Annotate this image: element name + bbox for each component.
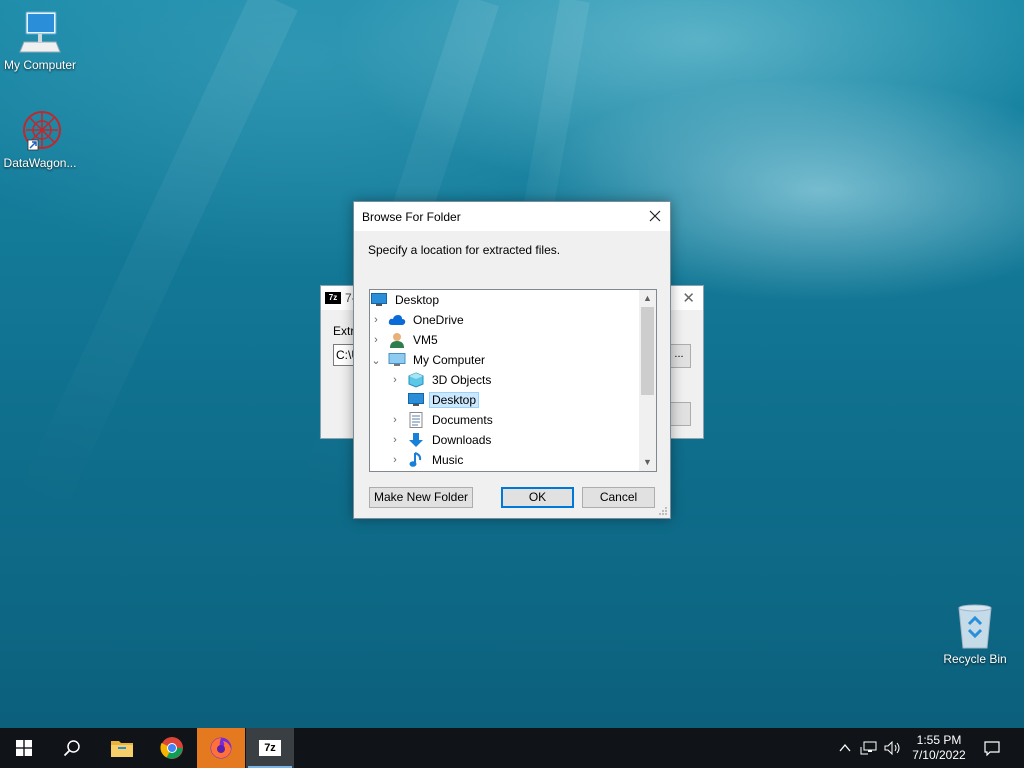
user-icon (388, 331, 406, 349)
chevron-up-icon[interactable] (838, 741, 852, 755)
start-button[interactable] (0, 728, 48, 768)
tree-item-label: Desktop (395, 293, 440, 307)
browse-for-folder-dialog[interactable]: Browse For Folder Specify a location for… (353, 201, 671, 519)
datawagon-icon (23, 111, 61, 151)
tree-item-vm5[interactable]: › VM5 (370, 330, 441, 350)
system-tray (838, 728, 902, 768)
7zip-logo-icon: 7z (325, 292, 341, 304)
computer-icon (19, 11, 61, 53)
desktop-icon (370, 291, 388, 309)
taskbar-file-explorer[interactable] (98, 728, 146, 768)
downloads-icon (407, 431, 425, 449)
tree-item-label: OneDrive (413, 313, 464, 327)
music-icon (407, 451, 425, 469)
taskbar-chrome[interactable] (148, 728, 196, 768)
windows-start-icon (16, 740, 32, 756)
recycle-bin-icon (958, 604, 992, 649)
taskbar-firefox[interactable] (197, 728, 245, 768)
resize-grip-icon[interactable] (658, 506, 668, 516)
dialog-title: Browse For Folder (362, 210, 461, 224)
notifications-button[interactable] (978, 728, 1006, 768)
tree-item-label: Downloads (432, 433, 492, 447)
close-button[interactable] (640, 202, 670, 231)
tree-item-label: VM5 (413, 333, 438, 347)
7zip-icon: 7z (259, 740, 281, 756)
tree-item-label: Music (432, 453, 464, 467)
dialog-prompt: Specify a location for extracted files. (368, 243, 561, 257)
desktop-icon-datawagon[interactable]: DataWagon... (0, 106, 80, 170)
make-new-folder-button[interactable]: Make New Folder (369, 487, 473, 508)
chevron-right-icon[interactable]: › (370, 310, 382, 330)
scrollbar-thumb[interactable] (641, 307, 654, 395)
tree-item-label-selected: Desktop (429, 392, 480, 408)
cancel-button[interactable]: Cancel (582, 487, 655, 508)
tree-item-label: 3D Objects (432, 373, 492, 387)
tree-item-label: My Computer (413, 353, 486, 367)
taskbar-7zip[interactable]: 7z (246, 728, 294, 768)
desktop-icon-label: Recycle Bin (943, 652, 1007, 666)
notification-icon (984, 741, 1000, 756)
desktop-icon-my-computer[interactable]: My Computer (0, 8, 80, 72)
close-icon[interactable]: ✕ (682, 289, 695, 307)
chrome-icon (160, 737, 183, 759)
network-icon[interactable] (860, 741, 878, 755)
desktop-icon-label: DataWagon... (3, 156, 77, 170)
folder-icon (111, 741, 133, 757)
tree-item-onedrive[interactable]: › OneDrive (370, 310, 467, 330)
chevron-right-icon[interactable]: › (370, 330, 382, 350)
scroll-up-icon[interactable]: ▲ (639, 290, 656, 307)
volume-icon[interactable] (884, 741, 902, 755)
desktop-icon-recycle-bin[interactable]: Recycle Bin (935, 602, 1015, 666)
ok-button[interactable]: OK (501, 487, 574, 508)
search-button[interactable] (48, 728, 96, 768)
desktop-icon (407, 391, 425, 409)
tree-item-documents[interactable]: › Documents (389, 410, 496, 430)
chevron-down-icon[interactable]: ⌄ (370, 350, 382, 370)
documents-icon (407, 411, 425, 429)
light-ray (15, 0, 298, 519)
tree-item-desktop-root[interactable]: Desktop (370, 290, 442, 310)
tree-item-music[interactable]: › Music (389, 450, 466, 470)
chevron-right-icon[interactable]: › (389, 430, 401, 450)
chevron-right-icon[interactable]: › (389, 370, 401, 390)
tree-item-label: Documents (432, 413, 493, 427)
onedrive-icon (388, 311, 406, 329)
3d-objects-icon (407, 371, 425, 389)
desktop-icon-label: My Computer (3, 58, 77, 72)
clock-time: 1:55 PM (916, 733, 962, 747)
tree-item-desktop[interactable]: Desktop (407, 390, 480, 410)
tree-item-downloads[interactable]: › Downloads (389, 430, 494, 450)
dialog-titlebar[interactable]: Browse For Folder (354, 202, 670, 231)
chevron-right-icon[interactable]: › (389, 410, 401, 430)
computer-icon (388, 351, 406, 369)
taskbar-clock[interactable]: 1:55 PM 7/10/2022 (906, 733, 972, 763)
clock-date: 7/10/2022 (912, 748, 966, 762)
tree-scrollbar[interactable]: ▲ ▼ (639, 290, 656, 471)
firefox-icon (210, 737, 232, 759)
taskbar: 7z 1:55 PM 7/10/2022 (0, 728, 1024, 768)
close-icon (649, 210, 661, 222)
tree-item-3d-objects[interactable]: › 3D Objects (389, 370, 494, 390)
chevron-right-icon[interactable]: › (389, 450, 401, 470)
tree-item-my-computer[interactable]: ⌄ My Computer (370, 350, 488, 370)
scroll-down-icon[interactable]: ▼ (639, 454, 656, 471)
folder-tree[interactable]: Desktop › OneDrive › VM5 ⌄ My Computer ›… (369, 289, 657, 472)
search-icon (63, 740, 80, 757)
